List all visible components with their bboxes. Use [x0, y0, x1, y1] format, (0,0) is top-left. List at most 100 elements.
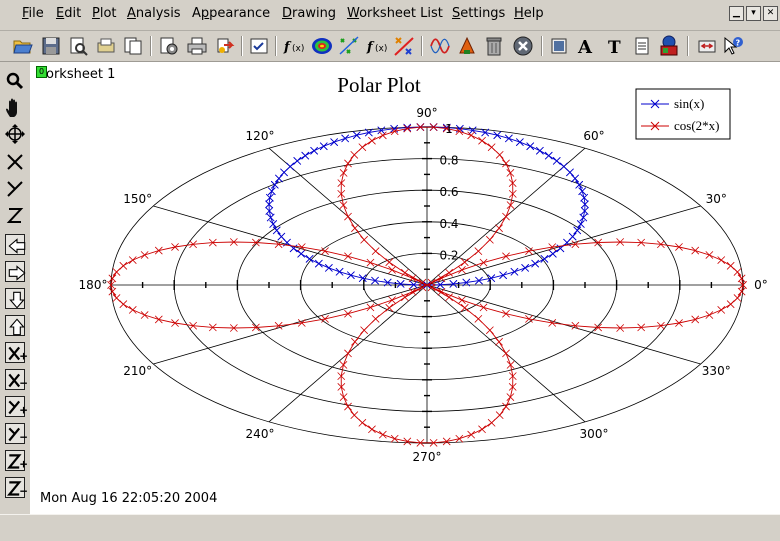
data-point-marker — [108, 274, 117, 283]
data-point-marker — [344, 349, 352, 358]
data-point-marker — [733, 268, 742, 276]
data-point-marker — [502, 309, 510, 318]
radius-tick-label: 0.8 — [439, 154, 458, 168]
data-point-marker — [293, 157, 302, 165]
data-point-marker — [350, 150, 359, 159]
data-point-marker — [351, 224, 359, 233]
data-point-marker — [495, 150, 504, 159]
data-point-marker — [112, 268, 121, 276]
data-point-marker — [119, 300, 128, 309]
data-point-marker — [485, 235, 494, 244]
data-point-marker — [504, 134, 513, 143]
data-point-marker — [360, 326, 369, 335]
data-point-marker — [275, 174, 283, 183]
data-point-marker — [487, 418, 496, 427]
data-point-marker — [487, 143, 496, 152]
data-point-marker — [502, 252, 510, 261]
data-point-marker — [358, 143, 367, 152]
data-point-marker — [568, 232, 577, 241]
data-point-marker — [351, 337, 359, 346]
angle-tick-label: 330° — [702, 364, 731, 378]
data-point-marker — [578, 187, 587, 196]
data-point-marker — [479, 303, 488, 312]
data-point-marker — [301, 151, 310, 160]
data-point-marker — [128, 256, 137, 264]
data-point-marker — [717, 306, 726, 314]
data-point-marker — [297, 249, 306, 258]
data-point-marker — [548, 249, 557, 258]
data-point-marker — [717, 256, 726, 264]
data-point-marker — [339, 393, 348, 401]
angle-tick-label: 60° — [583, 129, 604, 143]
data-point-marker — [691, 246, 700, 255]
data-point-marker — [344, 402, 352, 411]
data-point-marker — [154, 246, 163, 255]
angle-tick-label: 300° — [580, 427, 609, 441]
data-point-marker — [502, 159, 510, 168]
data-point-marker — [499, 271, 507, 280]
data-point-marker — [119, 261, 128, 270]
data-point-marker — [495, 337, 503, 346]
data-point-marker — [726, 300, 735, 309]
polar-plot[interactable]: 0° 30° 60° 90° 120° 150° 180° 210° 240° 270° 300° 3… — [0, 0, 780, 540]
data-point-marker — [378, 131, 387, 140]
legend-label: cos(2*x) — [674, 118, 720, 133]
status-bar — [0, 514, 780, 541]
data-point-marker — [495, 411, 504, 420]
legend-label: sin(x) — [674, 96, 704, 111]
data-point-marker — [128, 306, 137, 314]
data-point-marker — [544, 151, 553, 160]
data-point-marker — [506, 361, 515, 369]
data-point-marker — [140, 251, 149, 259]
data-point-marker — [531, 259, 540, 268]
data-point-marker — [526, 142, 535, 151]
data-point-marker — [368, 425, 376, 434]
data-point-marker — [502, 212, 510, 221]
data-point-marker — [339, 201, 348, 209]
data-point-marker — [579, 213, 588, 222]
data-point-marker — [536, 146, 544, 155]
data-point-marker — [339, 361, 348, 369]
data-point-marker — [371, 247, 380, 256]
data-point-marker — [552, 157, 561, 165]
data-point-marker — [467, 131, 476, 140]
data-point-marker — [455, 434, 464, 443]
data-point-marker — [726, 261, 735, 270]
radius-tick-label: 0.4 — [439, 217, 458, 231]
angle-tick-label: 180° — [79, 278, 108, 292]
angle-tick-label: 240° — [246, 427, 275, 441]
data-point-marker — [112, 294, 121, 302]
data-point-marker — [140, 311, 149, 319]
data-point-marker — [502, 402, 510, 411]
legend: sin(x) cos(2*x) — [635, 88, 731, 140]
data-point-marker — [467, 430, 476, 439]
data-point-marker — [705, 311, 714, 319]
data-point-marker — [390, 434, 399, 443]
data-point-marker — [269, 220, 278, 228]
data-point-marker — [474, 314, 483, 323]
data-point-marker — [347, 271, 355, 280]
radius-tick-label: 0.6 — [439, 185, 458, 199]
data-point-marker — [495, 224, 503, 233]
data-point-marker — [280, 168, 288, 177]
data-point-marker — [521, 264, 530, 272]
data-point-marker — [502, 349, 510, 358]
data-point-marker — [154, 315, 163, 324]
data-point-marker — [458, 296, 466, 304]
plot-title: Polar Plot — [337, 73, 421, 97]
data-point-marker — [737, 274, 746, 283]
data-point-marker — [108, 287, 117, 296]
timestamp-label: Mon Aug 16 22:05:20 2004 — [40, 491, 218, 506]
data-point-marker — [358, 418, 367, 427]
data-point-marker — [371, 314, 380, 323]
data-point-marker — [506, 393, 515, 401]
data-point-marker — [335, 267, 344, 276]
data-point-marker — [344, 309, 352, 318]
data-point-marker — [559, 162, 568, 171]
angle-tick-label: 150° — [123, 192, 152, 206]
data-point-marker — [506, 169, 515, 177]
data-point-marker — [344, 159, 352, 168]
angle-tick-label: 30° — [706, 192, 727, 206]
data-point-marker — [267, 187, 276, 196]
data-point-marker — [478, 425, 486, 434]
